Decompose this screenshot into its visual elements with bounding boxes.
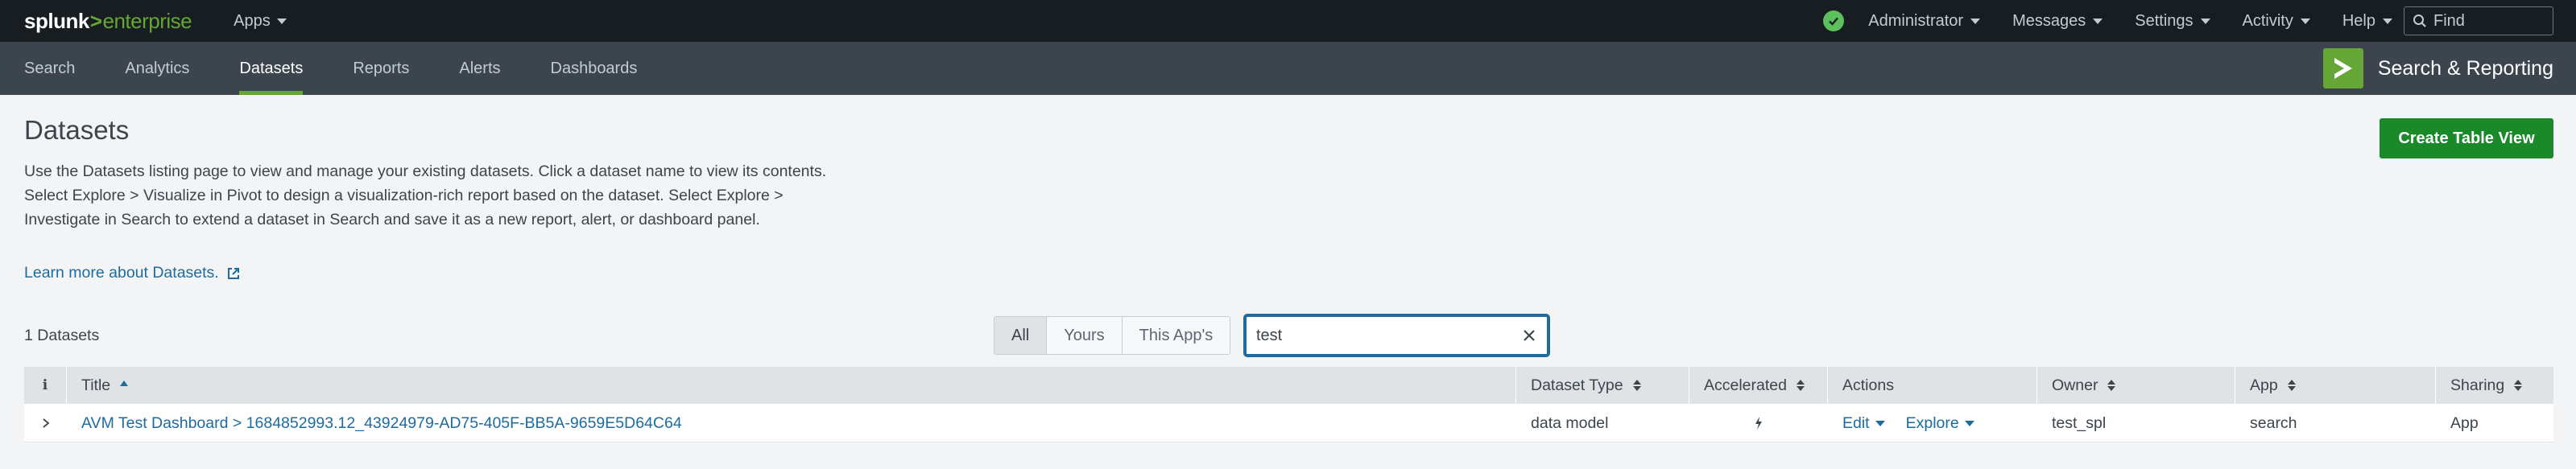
nav-item-datasets[interactable]: Datasets	[239, 42, 303, 95]
expand-row-toggle[interactable]	[24, 404, 67, 442]
activity-menu-label: Activity	[2242, 11, 2293, 30]
caret-down-icon	[276, 18, 287, 24]
dataset-count: 1 Datasets	[24, 327, 100, 344]
actions-cell: Edit Explore	[1828, 404, 2037, 442]
sort-icon	[1632, 380, 1641, 391]
column-header-title[interactable]: Title	[67, 367, 1516, 404]
sort-ascending-icon	[120, 380, 129, 386]
sort-icon	[1796, 380, 1805, 391]
dataset-title-link[interactable]: AVM Test Dashboard > 1684852993.12_43924…	[81, 414, 682, 433]
caret-down-icon	[1964, 420, 1974, 426]
ownership-filter: All Yours This App's	[994, 316, 1231, 355]
column-header-dataset-type-label: Dataset Type	[1531, 376, 1623, 394]
table-row: AVM Test Dashboard > 1684852993.12_43924…	[24, 404, 2553, 442]
learn-more-link[interactable]: Learn more about Datasets.	[24, 264, 240, 282]
external-link-icon	[227, 267, 239, 279]
app-name: Search & Reporting	[2377, 56, 2553, 80]
sharing-cell: App	[2450, 413, 2479, 432]
app-nav: Search Analytics Datasets Reports Alerts…	[24, 42, 687, 95]
app-cell: search	[2250, 413, 2297, 432]
info-icon: i	[42, 377, 48, 393]
help-menu-label: Help	[2342, 11, 2375, 30]
caret-down-icon	[2093, 18, 2103, 24]
column-header-sharing[interactable]: Sharing	[2436, 367, 2553, 404]
app-chevron-icon	[2322, 48, 2363, 88]
column-header-actions-label: Actions	[1842, 376, 1894, 394]
column-header-sharing-label: Sharing	[2450, 376, 2505, 394]
edit-menu[interactable]: Edit	[1842, 414, 1885, 433]
close-icon[interactable]	[1520, 326, 1539, 345]
find-input[interactable]: Find	[2404, 6, 2553, 35]
datasets-table: i Title Dataset Type Accelerated Actions…	[24, 367, 2553, 442]
top-bar: splunk > enterprise Apps Administrator Mes…	[0, 0, 2576, 42]
column-header-dataset-type[interactable]: Dataset Type	[1516, 367, 1689, 404]
nav-item-reports[interactable]: Reports	[353, 42, 409, 95]
caret-down-icon	[2200, 18, 2210, 24]
sort-icon	[2514, 380, 2523, 391]
nav-item-dashboards[interactable]: Dashboards	[551, 42, 638, 95]
caret-down-icon	[1875, 420, 1885, 426]
nav-item-analytics[interactable]: Analytics	[125, 42, 189, 95]
app-bar: Search Analytics Datasets Reports Alerts…	[0, 42, 2576, 95]
column-header-app-label: App	[2250, 376, 2278, 394]
dataset-title-cell: AVM Test Dashboard > 1684852993.12_43924…	[67, 404, 1516, 442]
dataset-search-input[interactable]	[1256, 326, 1506, 345]
accelerated-cell	[1689, 404, 1828, 442]
administrator-menu-label: Administrator	[1868, 11, 1964, 30]
column-header-accelerated-label: Accelerated	[1704, 376, 1787, 394]
create-table-view-button[interactable]: Create Table View	[2380, 118, 2553, 158]
sort-icon	[2107, 380, 2116, 391]
sort-icon	[2287, 380, 2296, 391]
activity-menu[interactable]: Activity	[2243, 12, 2310, 31]
caret-down-icon	[2300, 18, 2310, 24]
explore-menu-label: Explore	[1905, 413, 1959, 432]
column-header-owner-label: Owner	[2052, 376, 2098, 394]
administrator-menu[interactable]: Administrator	[1868, 11, 1981, 31]
dataset-type-cell: data model	[1531, 413, 1609, 432]
logo-text-separator: >	[89, 8, 102, 33]
column-header-title-label: Title	[81, 376, 111, 394]
column-header-owner[interactable]: Owner	[2037, 367, 2235, 404]
column-header-actions: Actions	[1828, 367, 2037, 404]
app-brand[interactable]: Search & Reporting	[2322, 47, 2553, 89]
table-header: i Title Dataset Type Accelerated Actions…	[24, 367, 2553, 404]
find-placeholder: Find	[2433, 11, 2465, 30]
caret-down-icon	[1970, 18, 1981, 24]
nav-item-alerts[interactable]: Alerts	[459, 42, 500, 95]
info-column-header[interactable]: i	[24, 367, 67, 404]
filter-all-button[interactable]: All	[994, 317, 1048, 354]
nav-item-search[interactable]: Search	[24, 42, 75, 95]
explore-menu[interactable]: Explore	[1906, 414, 1974, 433]
help-menu[interactable]: Help	[2342, 12, 2392, 31]
dataset-search-field	[1243, 314, 1550, 357]
owner-cell: test_spl	[2052, 413, 2107, 432]
column-header-accelerated[interactable]: Accelerated	[1689, 367, 1828, 404]
messages-menu-label: Messages	[2012, 11, 2086, 30]
apps-menu-label: Apps	[234, 11, 271, 30]
settings-menu-label: Settings	[2135, 11, 2194, 30]
edit-menu-label: Edit	[1842, 413, 1870, 432]
search-icon	[2413, 14, 2426, 27]
splunk-logo[interactable]: splunk > enterprise	[24, 9, 192, 34]
column-header-app[interactable]: App	[2235, 367, 2436, 404]
chevron-right-icon	[42, 418, 49, 428]
messages-menu[interactable]: Messages	[2012, 12, 2103, 31]
page-title: Datasets	[24, 115, 130, 145]
filter-yours-button[interactable]: Yours	[1047, 317, 1123, 354]
apps-menu[interactable]: Apps	[234, 12, 287, 31]
page-description: Use the Datasets listing page to view an…	[24, 163, 827, 228]
lightning-bolt-icon	[1755, 417, 1762, 430]
logo-text-splunk: splunk	[24, 8, 89, 33]
learn-more-label: Learn more about Datasets.	[24, 264, 219, 282]
check-circle-icon[interactable]	[1823, 10, 1845, 31]
settings-menu[interactable]: Settings	[2135, 12, 2210, 31]
logo-text-enterprise: enterprise	[102, 8, 192, 33]
filter-this-apps-button[interactable]: This App's	[1122, 317, 1230, 354]
caret-down-icon	[2383, 18, 2392, 24]
